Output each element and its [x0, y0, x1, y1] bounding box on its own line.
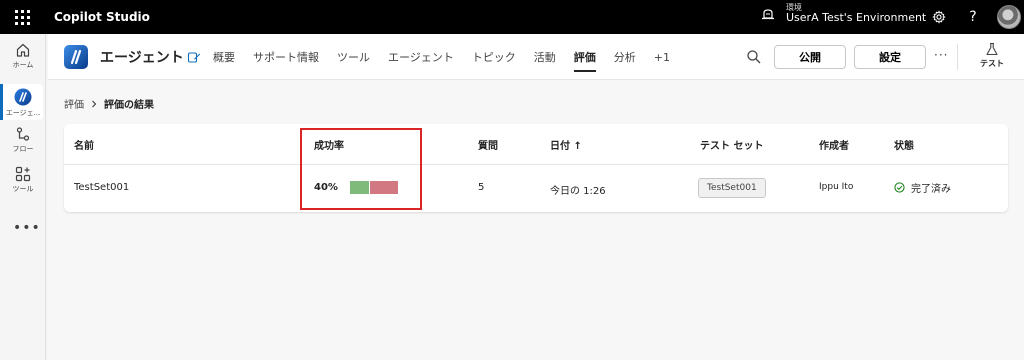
row-date: 今日の 1:26 — [550, 186, 606, 197]
app-title[interactable]: Copilot Studio — [54, 10, 150, 24]
status-text: 完了済み — [911, 184, 951, 195]
tab-topics[interactable]: トピック — [472, 34, 516, 80]
environment-icon — [762, 9, 774, 20]
tab-tools[interactable]: ツール — [337, 34, 370, 80]
environment-picker[interactable]: 環境 UserA Test's Environment — [760, 3, 926, 25]
more-apps-button[interactable]: ••• — [13, 220, 41, 236]
gear-icon — [932, 10, 946, 24]
tab-knowledge[interactable]: サポート情報 — [253, 34, 319, 80]
help-button[interactable]: ? — [964, 8, 982, 26]
tab-overflow[interactable]: +1 — [654, 34, 670, 80]
agent-header: エージェント 概要 サポート情報 ツール エージェント トピック 活動 評価 分… — [48, 34, 1024, 80]
rail-item-label: ツール — [12, 185, 34, 193]
help-icon: ? — [969, 9, 977, 25]
row-author: Ippu Ito — [819, 182, 854, 192]
rail-item-label: ホーム — [12, 61, 34, 69]
rail-item-tools[interactable]: ツール — [0, 166, 46, 194]
header-divider — [957, 44, 958, 70]
status-badge: 完了済み — [894, 180, 951, 195]
search-icon[interactable] — [746, 49, 762, 65]
environment-name: UserA Test's Environment — [786, 11, 927, 25]
more-options-icon[interactable]: ··· — [934, 48, 948, 62]
rail-item-agents[interactable]: エージェ... — [0, 84, 43, 120]
success-rate-highlight-box — [300, 128, 422, 210]
header-row-divider — [64, 164, 1008, 165]
rail-item-home[interactable]: ホーム — [0, 42, 46, 70]
main-panel: エージェント 概要 サポート情報 ツール エージェント トピック 活動 評価 分… — [48, 34, 1024, 360]
publish-button[interactable]: 公開 — [774, 45, 846, 69]
test-button-label: テスト — [980, 59, 1004, 68]
top-bar: Copilot Studio 環境 UserA Test's Environme… — [0, 0, 1024, 34]
flow-icon — [16, 127, 30, 141]
chevron-right-icon — [92, 100, 97, 107]
column-header-name[interactable]: 名前 — [74, 137, 94, 152]
rail-item-label: フロー — [12, 145, 34, 153]
tab-activity[interactable]: 活動 — [534, 34, 556, 80]
breadcrumb: 評価 評価の結果 — [64, 96, 154, 111]
settings-button[interactable]: 設定 — [854, 45, 926, 69]
agent-tabs: 概要 サポート情報 ツール エージェント トピック 活動 評価 分析 +1 — [213, 34, 688, 80]
flask-icon — [986, 42, 998, 56]
agent-title: エージェント — [100, 50, 184, 66]
waffle-icon — [14, 9, 30, 25]
tab-analytics[interactable]: 分析 — [614, 34, 636, 80]
home-icon — [16, 43, 30, 57]
column-header-author[interactable]: 作成者 — [819, 137, 849, 152]
tab-overview[interactable]: 概要 — [213, 34, 235, 80]
tab-agents[interactable]: エージェント — [388, 34, 454, 80]
column-header-status[interactable]: 状態 — [894, 137, 914, 152]
left-rail: ホーム エージェ... フロー ツール ••• — [0, 34, 46, 360]
tools-icon — [15, 166, 31, 182]
column-header-questions[interactable]: 質問 — [478, 137, 498, 152]
breadcrumb-parent[interactable]: 評価 — [64, 96, 84, 111]
tab-evaluation[interactable]: 評価 — [573, 34, 596, 80]
row-questions: 5 — [478, 182, 485, 193]
evaluation-results-table: 名前 成功率 質問 日付 ↑ テスト セット 作成者 状態 TestSet001… — [64, 124, 1008, 212]
app-launcher-button[interactable] — [0, 0, 44, 34]
column-header-date[interactable]: 日付 ↑ — [550, 137, 582, 152]
edit-agent-icon[interactable] — [187, 50, 201, 64]
check-circle-icon — [894, 182, 905, 193]
agent-icon — [14, 88, 32, 106]
test-button[interactable]: テスト — [972, 42, 1012, 69]
rail-item-label: エージェ... — [5, 109, 41, 117]
row-name[interactable]: TestSet001 — [74, 182, 129, 193]
rail-item-flows[interactable]: フロー — [0, 126, 46, 154]
avatar[interactable] — [997, 5, 1021, 29]
test-set-chip[interactable]: TestSet001 — [698, 178, 766, 198]
settings-gear-button[interactable] — [930, 8, 948, 26]
column-header-test-set[interactable]: テスト セット — [700, 137, 763, 152]
breadcrumb-current: 評価の結果 — [104, 100, 154, 111]
agent-logo-icon — [64, 45, 88, 69]
